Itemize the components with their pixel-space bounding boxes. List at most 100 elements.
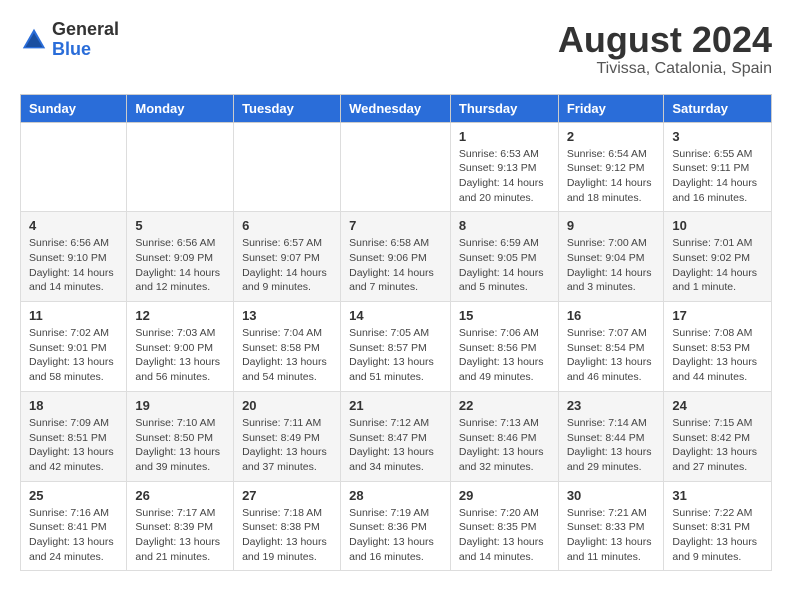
calendar-row: 1 Sunrise: 6:53 AM Sunset: 9:13 PM Daylig… — [21, 122, 772, 212]
day-info: Sunrise: 7:20 AM Sunset: 8:35 PM Dayligh… — [459, 506, 550, 565]
day-number: 20 — [242, 398, 332, 413]
day-info: Sunrise: 7:10 AM Sunset: 8:50 PM Dayligh… — [135, 416, 225, 475]
day-number: 5 — [135, 218, 225, 233]
day-info: Sunrise: 7:16 AM Sunset: 8:41 PM Dayligh… — [29, 506, 118, 565]
day-number: 28 — [349, 488, 442, 503]
weekday-header-cell: Thursday — [450, 94, 558, 122]
day-info: Sunrise: 7:00 AM Sunset: 9:04 PM Dayligh… — [567, 236, 656, 295]
day-info: Sunrise: 6:55 AM Sunset: 9:11 PM Dayligh… — [672, 147, 763, 206]
day-info: Sunrise: 7:09 AM Sunset: 8:51 PM Dayligh… — [29, 416, 118, 475]
calendar-cell: 15 Sunrise: 7:06 AM Sunset: 8:56 PM Dayli… — [450, 302, 558, 392]
calendar-table: SundayMondayTuesdayWednesdayThursdayFrid… — [20, 94, 772, 572]
calendar-cell: 2 Sunrise: 6:54 AM Sunset: 9:12 PM Daylig… — [558, 122, 664, 212]
weekday-header-cell: Wednesday — [341, 94, 451, 122]
month-year: August 2024 — [558, 20, 772, 60]
day-number: 14 — [349, 308, 442, 323]
day-info: Sunrise: 6:57 AM Sunset: 9:07 PM Dayligh… — [242, 236, 332, 295]
calendar-cell: 7 Sunrise: 6:58 AM Sunset: 9:06 PM Daylig… — [341, 212, 451, 302]
calendar-cell: 6 Sunrise: 6:57 AM Sunset: 9:07 PM Daylig… — [234, 212, 341, 302]
calendar-cell: 11 Sunrise: 7:02 AM Sunset: 9:01 PM Dayli… — [21, 302, 127, 392]
day-number: 13 — [242, 308, 332, 323]
calendar-cell: 22 Sunrise: 7:13 AM Sunset: 8:46 PM Dayli… — [450, 391, 558, 481]
calendar-row: 4 Sunrise: 6:56 AM Sunset: 9:10 PM Daylig… — [21, 212, 772, 302]
calendar-cell: 17 Sunrise: 7:08 AM Sunset: 8:53 PM Dayli… — [664, 302, 772, 392]
calendar-cell: 14Sunrise: 7:05 AM Sunset: 8:57 PM Dayli… — [341, 302, 451, 392]
day-info: Sunrise: 7:15 AM Sunset: 8:42 PM Dayligh… — [672, 416, 763, 475]
day-number: 19 — [135, 398, 225, 413]
day-number: 6 — [242, 218, 332, 233]
day-number: 21 — [349, 398, 442, 413]
day-number: 31 — [672, 488, 763, 503]
day-info: Sunrise: 6:56 AM Sunset: 9:10 PM Dayligh… — [29, 236, 118, 295]
day-info: Sunrise: 7:19 AM Sunset: 8:36 PM Dayligh… — [349, 506, 442, 565]
calendar-cell: 29 Sunrise: 7:20 AM Sunset: 8:35 PM Dayli… — [450, 481, 558, 571]
calendar-cell — [341, 122, 451, 212]
day-number: 22 — [459, 398, 550, 413]
calendar-cell: 3Sunrise: 6:55 AM Sunset: 9:11 PM Daylig… — [664, 122, 772, 212]
logo-text: General Blue — [52, 20, 119, 60]
calendar-cell: 21 Sunrise: 7:12 AM Sunset: 8:47 PM Dayli… — [341, 391, 451, 481]
day-info: Sunrise: 7:11 AM Sunset: 8:49 PM Dayligh… — [242, 416, 332, 475]
calendar-body: 1 Sunrise: 6:53 AM Sunset: 9:13 PM Daylig… — [21, 122, 772, 571]
day-info: Sunrise: 7:02 AM Sunset: 9:01 PM Dayligh… — [29, 326, 118, 385]
calendar-cell: 28 Sunrise: 7:19 AM Sunset: 8:36 PM Dayli… — [341, 481, 451, 571]
calendar-cell: 1 Sunrise: 6:53 AM Sunset: 9:13 PM Daylig… — [450, 122, 558, 212]
calendar-row: 25 Sunrise: 7:16 AM Sunset: 8:41 PM Dayli… — [21, 481, 772, 571]
weekday-header-cell: Saturday — [664, 94, 772, 122]
calendar-cell: 12 Sunrise: 7:03 AM Sunset: 9:00 PM Dayli… — [127, 302, 234, 392]
calendar-row: 11 Sunrise: 7:02 AM Sunset: 9:01 PM Dayli… — [21, 302, 772, 392]
weekday-header-cell: Sunday — [21, 94, 127, 122]
day-info: Sunrise: 6:59 AM Sunset: 9:05 PM Dayligh… — [459, 236, 550, 295]
day-info: Sunrise: 6:58 AM Sunset: 9:06 PM Dayligh… — [349, 236, 442, 295]
day-number: 29 — [459, 488, 550, 503]
calendar-cell: 26Sunrise: 7:17 AM Sunset: 8:39 PM Dayli… — [127, 481, 234, 571]
day-number: 16 — [567, 308, 656, 323]
day-info: Sunrise: 7:22 AM Sunset: 8:31 PM Dayligh… — [672, 506, 763, 565]
day-number: 15 — [459, 308, 550, 323]
day-info: Sunrise: 7:17 AM Sunset: 8:39 PM Dayligh… — [135, 506, 225, 565]
day-info: Sunrise: 7:01 AM Sunset: 9:02 PM Dayligh… — [672, 236, 763, 295]
logo-blue: Blue — [52, 39, 91, 59]
day-info: Sunrise: 7:03 AM Sunset: 9:00 PM Dayligh… — [135, 326, 225, 385]
day-number: 11 — [29, 308, 118, 323]
day-number: 7 — [349, 218, 442, 233]
calendar-cell: 25 Sunrise: 7:16 AM Sunset: 8:41 PM Dayli… — [21, 481, 127, 571]
day-number: 27 — [242, 488, 332, 503]
day-info: Sunrise: 6:53 AM Sunset: 9:13 PM Dayligh… — [459, 147, 550, 206]
day-number: 17 — [672, 308, 763, 323]
calendar-cell — [127, 122, 234, 212]
calendar-row: 18 Sunrise: 7:09 AM Sunset: 8:51 PM Dayli… — [21, 391, 772, 481]
weekday-header-cell: Monday — [127, 94, 234, 122]
day-number: 18 — [29, 398, 118, 413]
day-info: Sunrise: 7:08 AM Sunset: 8:53 PM Dayligh… — [672, 326, 763, 385]
calendar-cell: 19 Sunrise: 7:10 AM Sunset: 8:50 PM Dayli… — [127, 391, 234, 481]
weekday-header-cell: Friday — [558, 94, 664, 122]
day-info: Sunrise: 7:04 AM Sunset: 8:58 PM Dayligh… — [242, 326, 332, 385]
day-number: 4 — [29, 218, 118, 233]
day-number: 30 — [567, 488, 656, 503]
day-info: Sunrise: 7:12 AM Sunset: 8:47 PM Dayligh… — [349, 416, 442, 475]
day-number: 25 — [29, 488, 118, 503]
day-number: 10 — [672, 218, 763, 233]
day-info: Sunrise: 7:13 AM Sunset: 8:46 PM Dayligh… — [459, 416, 550, 475]
day-info: Sunrise: 6:54 AM Sunset: 9:12 PM Dayligh… — [567, 147, 656, 206]
day-info: Sunrise: 7:14 AM Sunset: 8:44 PM Dayligh… — [567, 416, 656, 475]
location: Tivissa, Catalonia, Spain — [558, 60, 772, 78]
day-number: 9 — [567, 218, 656, 233]
day-number: 8 — [459, 218, 550, 233]
calendar-cell — [21, 122, 127, 212]
logo-icon — [20, 26, 48, 54]
calendar-cell: 13 Sunrise: 7:04 AM Sunset: 8:58 PM Dayli… — [234, 302, 341, 392]
day-info: Sunrise: 7:07 AM Sunset: 8:54 PM Dayligh… — [567, 326, 656, 385]
calendar-cell: 24Sunrise: 7:15 AM Sunset: 8:42 PM Dayli… — [664, 391, 772, 481]
calendar-cell: 16 Sunrise: 7:07 AM Sunset: 8:54 PM Dayli… — [558, 302, 664, 392]
calendar-cell: 5Sunrise: 6:56 AM Sunset: 9:09 PM Daylig… — [127, 212, 234, 302]
day-number: 12 — [135, 308, 225, 323]
page-header: General Blue August 2024 Tivissa, Catalo… — [20, 20, 772, 78]
day-number: 2 — [567, 129, 656, 144]
day-number: 1 — [459, 129, 550, 144]
day-info: Sunrise: 7:18 AM Sunset: 8:38 PM Dayligh… — [242, 506, 332, 565]
calendar-cell: 10 Sunrise: 7:01 AM Sunset: 9:02 PM Dayli… — [664, 212, 772, 302]
calendar-cell: 27 Sunrise: 7:18 AM Sunset: 8:38 PM Dayli… — [234, 481, 341, 571]
day-info: Sunrise: 7:06 AM Sunset: 8:56 PM Dayligh… — [459, 326, 550, 385]
